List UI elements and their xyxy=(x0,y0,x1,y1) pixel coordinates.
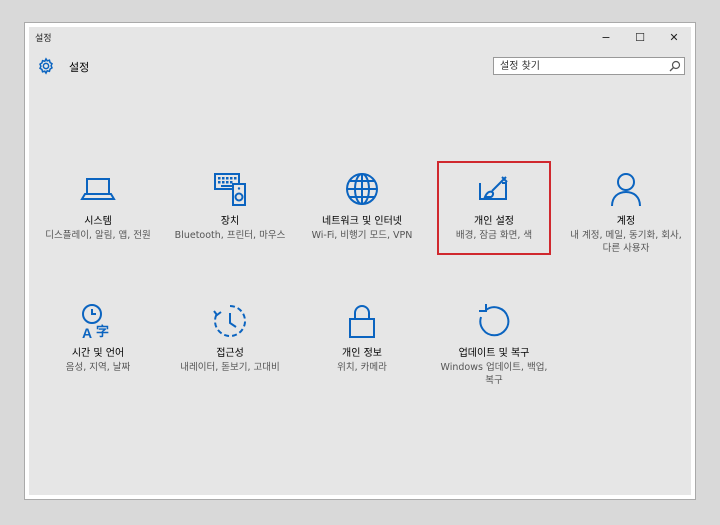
search-icon[interactable] xyxy=(669,60,681,72)
tile-description: 디스플레이, 알림, 앱, 전원 xyxy=(45,230,151,241)
time-language-icon: A 字 xyxy=(82,304,109,341)
app-title: 설정 xyxy=(69,61,90,74)
svg-text:A: A xyxy=(82,325,92,341)
ease-of-access-icon xyxy=(213,305,246,337)
search-input[interactable] xyxy=(494,58,676,74)
screenshot-frame: 설정 − ☐ ✕ 설정 시스템 xyxy=(24,22,696,500)
tile-network[interactable]: 네트워크 및 인터넷 Wi-Fi, 비행기 모드, VPN xyxy=(303,169,421,242)
tile-name: 업데이트 및 복구 xyxy=(458,348,530,359)
tile-name: 접근성 xyxy=(216,348,244,359)
devices-icon xyxy=(214,173,246,206)
tile-name: 개인 정보 xyxy=(342,348,382,359)
maximize-button[interactable]: ☐ xyxy=(623,27,657,47)
tile-name: 네트워크 및 인터넷 xyxy=(322,216,402,227)
tile-description: 위치, 카메라 xyxy=(337,362,387,373)
tile-name: 시간 및 언어 xyxy=(71,348,125,359)
tile-name: 장치 xyxy=(220,216,240,227)
svg-text:字: 字 xyxy=(96,324,109,340)
tile-devices[interactable]: 장치 Bluetooth, 프린터, 마우스 xyxy=(171,169,289,242)
person-icon xyxy=(611,173,641,207)
tile-description: 배경, 잠금 화면, 색 xyxy=(455,230,533,241)
tile-ease-of-access[interactable]: 접근성 내레이터, 돋보기, 고대비 xyxy=(171,301,289,374)
laptop-icon xyxy=(80,178,116,200)
tile-name: 계정 xyxy=(616,216,636,227)
globe-icon xyxy=(346,173,378,205)
tile-description: 내레이터, 돋보기, 고대비 xyxy=(180,362,280,373)
tile-update-recovery[interactable]: 업데이트 및 복구 Windows 업데이트, 백업, 복구 xyxy=(435,301,553,387)
tile-description: Windows 업데이트, 백업, 복구 xyxy=(440,362,548,386)
minimize-button[interactable]: − xyxy=(589,27,623,47)
title-bar[interactable]: 설정 − ☐ ✕ xyxy=(29,27,691,47)
tile-description: 음성, 지역, 날짜 xyxy=(65,362,131,373)
refresh-icon xyxy=(479,304,510,337)
tile-name: 시스템 xyxy=(84,216,112,227)
lock-icon xyxy=(349,305,375,338)
paintbrush-icon xyxy=(479,176,508,200)
tile-description: 내 계정, 메일, 동기화, 회사, 다른 사용자 xyxy=(570,230,682,254)
tile-time-language[interactable]: A 字 시간 및 언어 음성, 지역, 날짜 xyxy=(39,301,157,374)
app-header: 설정 xyxy=(29,49,691,81)
search-box[interactable] xyxy=(493,57,685,75)
tile-system[interactable]: 시스템 디스플레이, 알림, 앱, 전원 xyxy=(39,169,157,242)
window-title: 설정 xyxy=(35,33,52,44)
tile-description: Wi-Fi, 비행기 모드, VPN xyxy=(311,230,413,241)
tile-name: 개인 설정 xyxy=(474,216,514,227)
gear-icon xyxy=(39,57,53,75)
tile-personalization[interactable]: 개인 설정 배경, 잠금 화면, 색 xyxy=(435,169,553,242)
tile-description: Bluetooth, 프린터, 마우스 xyxy=(174,230,286,241)
settings-window: 설정 − ☐ ✕ 설정 시스템 xyxy=(29,27,691,495)
close-button[interactable]: ✕ xyxy=(657,27,691,47)
tile-accounts[interactable]: 계정 내 계정, 메일, 동기화, 회사, 다른 사용자 xyxy=(567,169,685,255)
tile-privacy[interactable]: 개인 정보 위치, 카메라 xyxy=(303,301,421,374)
